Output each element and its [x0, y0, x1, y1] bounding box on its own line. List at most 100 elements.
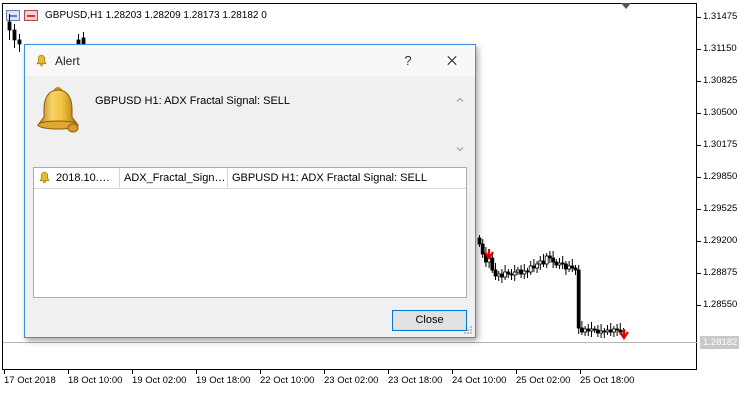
time-tick	[132, 370, 133, 374]
close-icon[interactable]	[437, 48, 467, 73]
candle	[576, 265, 581, 334]
price-label: 1.30175	[703, 139, 738, 150]
price-label: 1.31475	[703, 11, 738, 22]
candle	[589, 322, 594, 337]
price-label: 1.28875	[703, 267, 738, 278]
candle	[548, 251, 552, 263]
candle	[516, 267, 520, 275]
candle	[564, 261, 568, 275]
price-tick	[697, 145, 701, 146]
bell-icon	[36, 54, 47, 67]
alert-message: GBPUSD H1: ADX Fractal Signal: SELL	[95, 95, 291, 107]
time-tick	[4, 370, 5, 374]
time-label: 25 Oct 02:00	[516, 375, 571, 386]
candle	[519, 265, 523, 278]
scroll-up-icon[interactable]	[456, 96, 464, 104]
time-label: 18 Oct 10:00	[68, 375, 123, 386]
price-label: 1.28550	[703, 299, 738, 310]
time-label: 23 Oct 18:00	[388, 375, 443, 386]
time-label: 19 Oct 18:00	[196, 375, 251, 386]
time-label: 19 Oct 02:00	[132, 375, 187, 386]
candle	[12, 24, 17, 48]
candle	[499, 269, 504, 283]
time-tick	[196, 370, 197, 374]
close-button[interactable]: Close	[392, 310, 467, 331]
candle	[544, 253, 549, 268]
time-label: 17 Oct 2018	[4, 375, 56, 386]
candle	[560, 256, 565, 269]
candle	[567, 261, 571, 272]
alert-row-message: GBPUSD H1: ADX Fractal Signal: SELL	[232, 172, 428, 184]
resize-grip-icon[interactable]	[463, 325, 473, 335]
price-label: 1.30825	[703, 75, 738, 86]
candle	[483, 247, 488, 267]
time-label: 24 Oct 10:00	[452, 375, 507, 386]
candle	[608, 323, 613, 336]
time-tick	[260, 370, 261, 374]
candle	[532, 259, 536, 272]
time-tick	[580, 370, 581, 374]
price-tick	[697, 177, 701, 178]
candle	[583, 326, 587, 336]
time-tick	[324, 370, 325, 374]
current-price-label: 1.28182	[700, 336, 739, 349]
alert-dialog[interactable]: Alert ? GBPUSD H1: ADX Fractal Signal: S…	[24, 44, 476, 338]
candle	[554, 259, 559, 268]
help-button[interactable]: ?	[393, 48, 423, 73]
scroll-down-icon[interactable]	[456, 145, 464, 153]
bell-icon	[37, 87, 79, 133]
candle	[605, 325, 610, 335]
price-scale[interactable]: 1.31475 1.31150 1.30825 1.30500 1.30175 …	[697, 3, 750, 370]
price-label: 1.31150	[703, 43, 737, 54]
candle	[512, 265, 517, 281]
candle	[602, 328, 607, 338]
candle	[551, 251, 555, 268]
candle	[541, 254, 546, 267]
list-item[interactable]: 2018.10.… ADX_Fractal_Sign… GBPUSD H1: A…	[34, 168, 466, 189]
candle	[599, 324, 603, 338]
price-label: 1.29850	[703, 171, 738, 182]
alert-history-list[interactable]: 2018.10.… ADX_Fractal_Sign… GBPUSD H1: A…	[33, 167, 467, 298]
bid-price-line	[3, 342, 697, 343]
candle	[528, 261, 533, 275]
time-label: 25 Oct 18:00	[580, 375, 635, 386]
candle	[612, 326, 616, 337]
price-tick	[697, 49, 701, 50]
candle	[7, 14, 12, 40]
price-tick	[697, 241, 701, 242]
candle	[493, 263, 498, 280]
time-label: 23 Oct 02:00	[324, 375, 379, 386]
alert-expert: ADX_Fractal_Sign…	[120, 168, 228, 188]
candle	[535, 261, 539, 273]
price-tick	[697, 113, 701, 114]
alert-time-cell: 2018.10.…	[34, 168, 120, 188]
candle	[17, 34, 22, 52]
message-scrollbar[interactable]	[453, 91, 467, 159]
candle	[586, 324, 591, 336]
price-tick	[697, 17, 701, 18]
time-tick	[68, 370, 69, 374]
candle	[580, 321, 584, 335]
candle	[477, 235, 482, 247]
candle	[615, 324, 619, 336]
time-tick	[452, 370, 453, 374]
candle	[509, 269, 514, 280]
time-tick	[516, 370, 517, 374]
candle	[506, 269, 511, 278]
time-label: 22 Oct 10:00	[260, 375, 315, 386]
price-tick	[697, 305, 701, 306]
candle	[522, 264, 527, 279]
candle	[538, 256, 543, 270]
time-tick	[388, 370, 389, 374]
bell-icon	[39, 171, 50, 184]
price-label: 1.29200	[703, 235, 738, 246]
alert-time: 2018.10.…	[56, 172, 110, 184]
dialog-titlebar[interactable]: Alert ?	[25, 45, 475, 76]
candle	[592, 326, 597, 333]
price-tick	[697, 209, 701, 210]
candle	[596, 325, 600, 337]
price-tick	[697, 81, 701, 82]
candle	[570, 259, 575, 272]
time-axis[interactable]: 17 Oct 2018 18 Oct 10:00 19 Oct 02:00 19…	[0, 370, 697, 394]
price-label: 1.29525	[703, 203, 738, 214]
